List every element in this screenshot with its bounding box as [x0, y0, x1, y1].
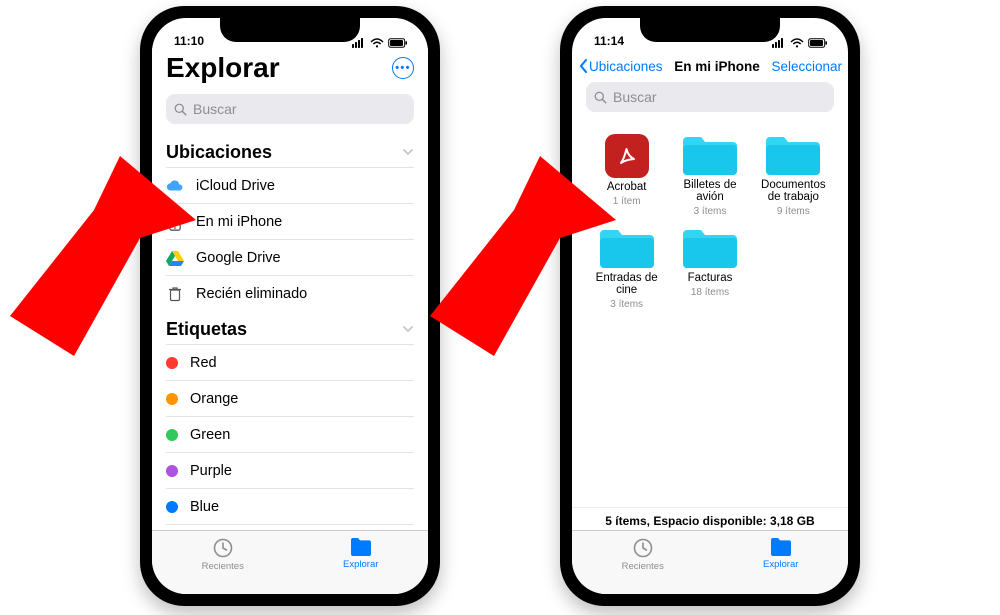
locations-header[interactable]: Ubicaciones: [166, 134, 414, 167]
search-icon: [594, 91, 607, 104]
folder-billetes[interactable]: Billetes de avión 3 ítems: [671, 134, 748, 217]
folder-facturas[interactable]: Facturas 18 ítems: [671, 227, 748, 310]
status-time: 11:14: [594, 34, 624, 48]
location-on-my-iphone[interactable]: En mi iPhone: [166, 203, 414, 239]
page-title-row: Explorar •••: [166, 48, 414, 94]
tag-red[interactable]: Red: [166, 344, 414, 380]
tab-bar: Recientes Explorar: [572, 530, 848, 594]
page-title: Explorar: [166, 52, 280, 84]
location-recently-deleted[interactable]: Recién eliminado: [166, 275, 414, 311]
search-input[interactable]: Buscar: [166, 94, 414, 124]
tab-recents[interactable]: Recientes: [202, 537, 244, 572]
search-input[interactable]: Buscar: [586, 82, 834, 112]
location-icloud[interactable]: iCloud Drive: [166, 167, 414, 203]
folder-documentos[interactable]: Documentos de trabajo 9 ítems: [755, 134, 832, 217]
folder-icon: [765, 134, 821, 176]
nav-title: En mi iPhone: [674, 59, 760, 74]
more-icon[interactable]: •••: [392, 57, 414, 79]
search-placeholder: Buscar: [193, 101, 237, 117]
tag-dot-icon: [166, 501, 178, 513]
tag-dot-icon: [166, 393, 178, 405]
tag-green[interactable]: Green: [166, 416, 414, 452]
annotation-arrow-icon: [430, 156, 616, 356]
tab-explore[interactable]: Explorar: [343, 537, 378, 570]
folder-icon: [682, 227, 738, 269]
search-placeholder: Buscar: [613, 89, 657, 105]
location-google-drive[interactable]: Google Drive: [166, 239, 414, 275]
chevron-down-icon: [402, 142, 414, 163]
annotation-arrow-icon: [10, 156, 196, 356]
chevron-down-icon: [402, 319, 414, 340]
clock-icon: [632, 537, 654, 559]
select-button[interactable]: Seleccionar: [771, 59, 842, 74]
status-time: 11:10: [174, 34, 204, 48]
tag-orange[interactable]: Orange: [166, 380, 414, 416]
clock-icon: [212, 537, 234, 559]
folder-icon: [769, 537, 793, 557]
tag-dot-icon: [166, 429, 178, 441]
tag-blue[interactable]: Blue: [166, 488, 414, 524]
tags-header[interactable]: Etiquetas: [166, 311, 414, 344]
folder-grid: Acrobat 1 ítem Billetes de avión 3 ítems…: [586, 122, 834, 322]
search-icon: [174, 103, 187, 116]
folder-icon: [349, 537, 373, 557]
storage-footer: 5 ítems, Espacio disponible: 3,18 GB: [572, 507, 848, 530]
tab-explore[interactable]: Explorar: [763, 537, 798, 570]
back-button[interactable]: Ubicaciones: [578, 58, 663, 74]
tab-bar: Recientes Explorar: [152, 530, 428, 594]
status-icons: [352, 38, 408, 48]
tag-dot-icon: [166, 465, 178, 477]
tag-dot-icon: [166, 357, 178, 369]
tab-recents[interactable]: Recientes: [622, 537, 664, 572]
folder-icon: [682, 134, 738, 176]
chevron-left-icon: [578, 58, 588, 74]
status-icons: [772, 38, 828, 48]
tag-purple[interactable]: Purple: [166, 452, 414, 488]
